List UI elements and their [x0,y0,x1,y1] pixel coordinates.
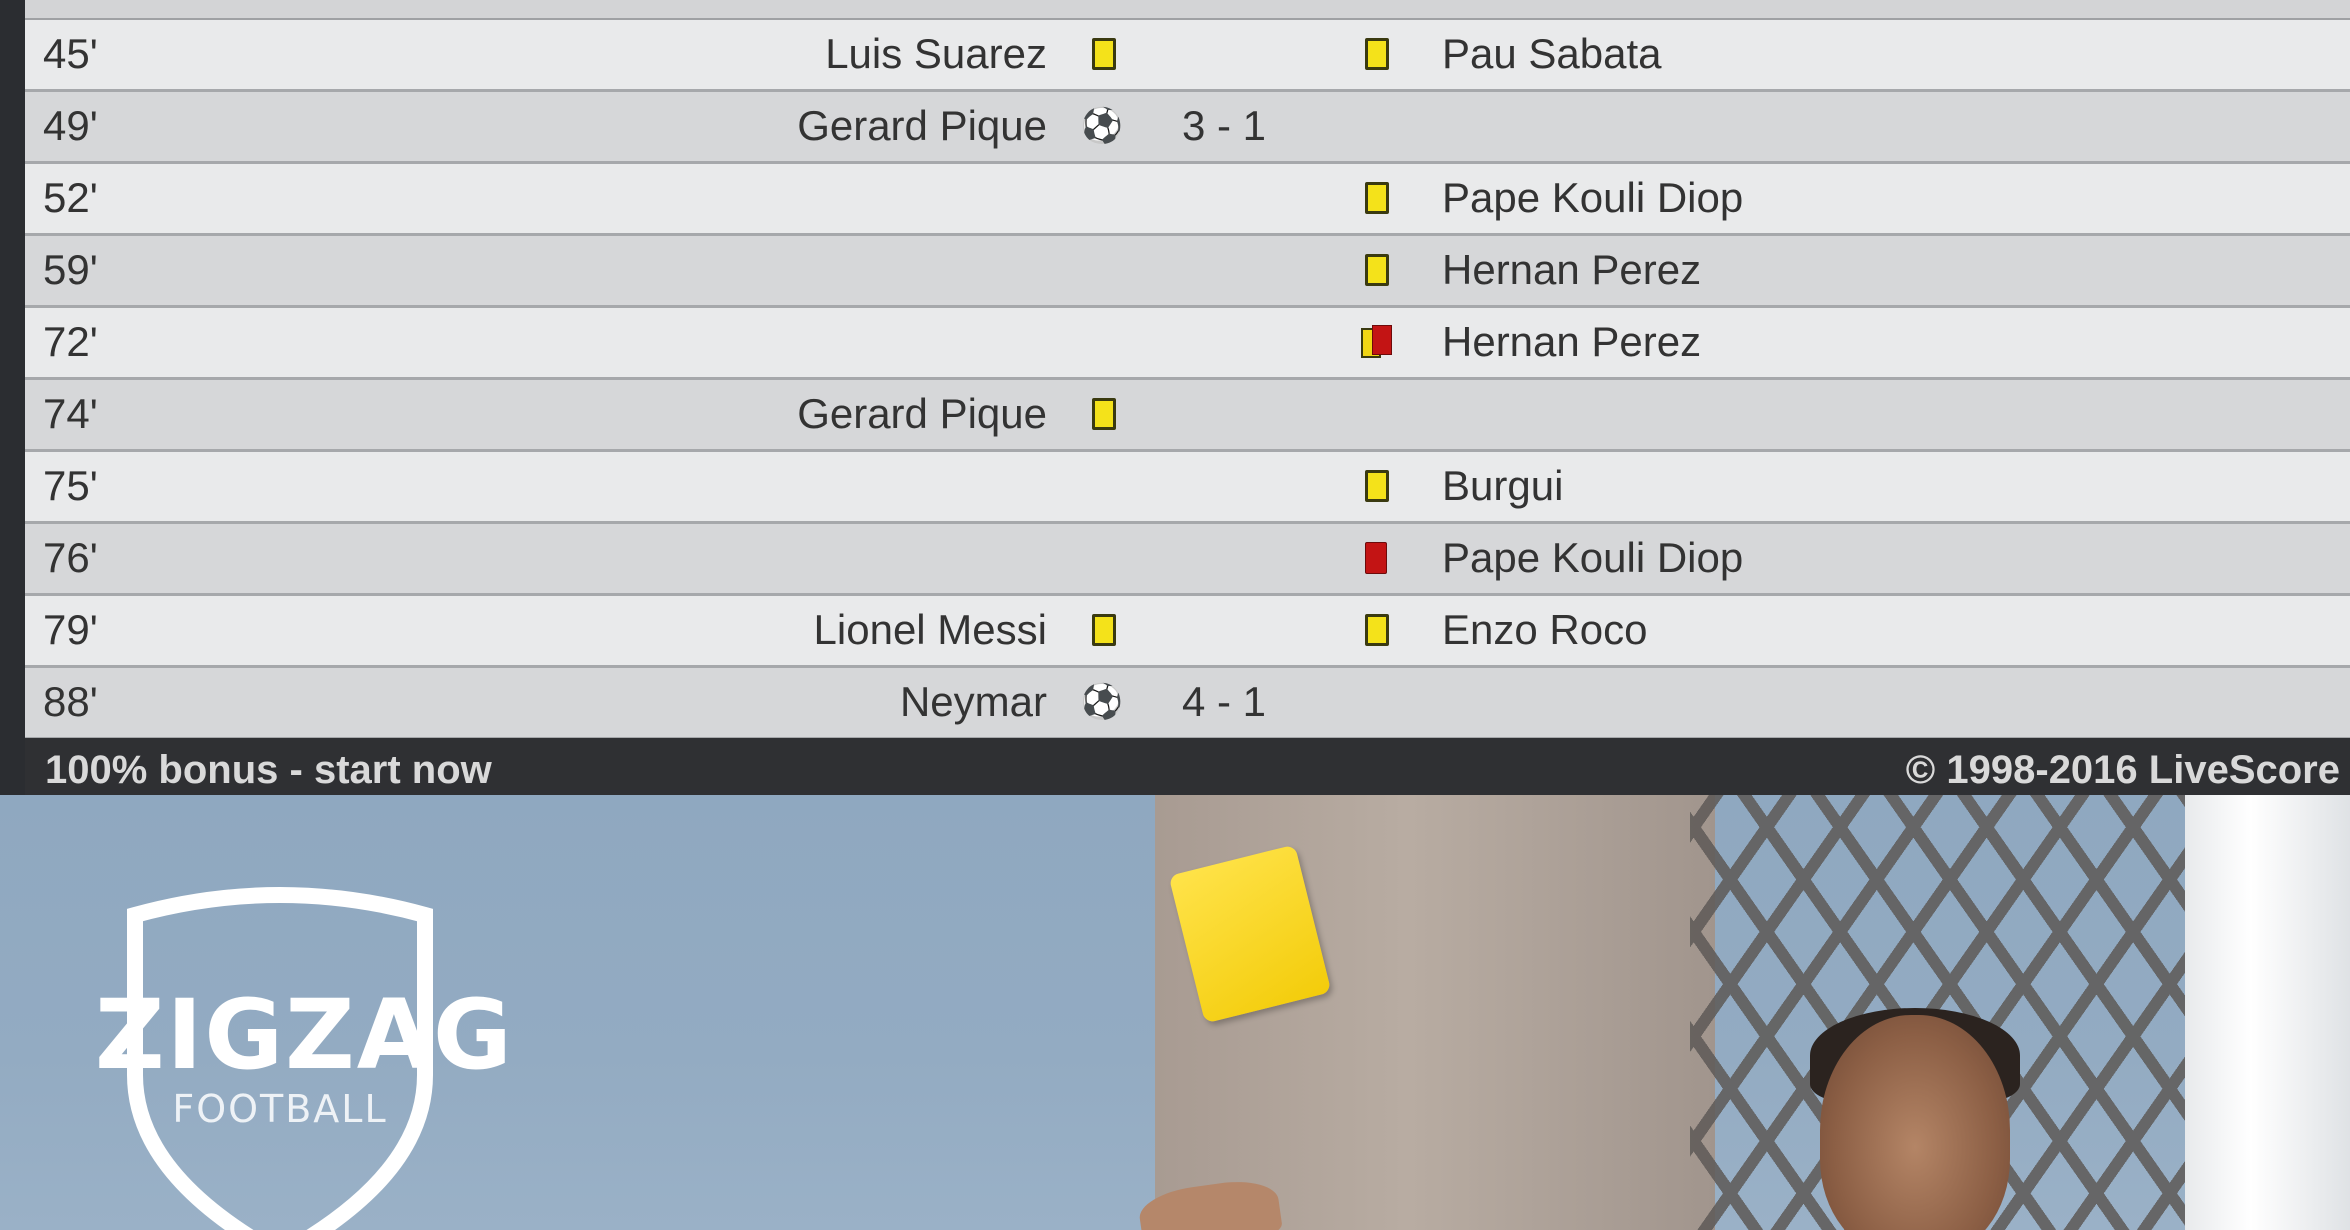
event-row: 72' Hernan Perez [25,308,2350,380]
soccer-ball-icon: ⚽ [1080,682,1124,722]
yellow-card-shape [1365,470,1389,502]
previous-row-edge [25,0,2350,20]
event-row: 52' Pape Kouli Diop [25,164,2350,236]
yellow-card-shape [1365,614,1389,646]
away-player-name[interactable]: Hernan Perez [1442,318,1701,366]
event-score: 3 - 1 [1182,102,1267,149]
event-minute: 75' [43,462,98,509]
event-score: 4 - 1 [1182,678,1267,725]
event-minute: 49' [43,102,98,149]
yellow-card-icon [1085,37,1119,71]
livescore-footer: 100% bonus - start now © 1998-2016 LiveS… [25,738,2350,795]
second-yellow-red-card-icon [1358,325,1392,359]
event-row: 59' Hernan Perez [25,236,2350,308]
yellow-card-shape [1092,38,1116,70]
event-minute: 88' [43,678,98,725]
home-player-name[interactable]: Luis Suarez [825,30,1047,78]
yellow-card-icon [1358,469,1392,503]
soccer-ball-icon: ⚽ [1080,106,1124,146]
zigzag-logo[interactable]: ZIGZAG FOOTBALL [95,875,514,1230]
yellow-card-icon [1085,613,1119,647]
home-player-name[interactable]: Lionel Messi [814,606,1047,654]
copyright-text: © 1998-2016 LiveScore [1905,748,2340,792]
red-card-shape [1365,542,1387,574]
red-card-shape [1372,325,1392,355]
yellow-card-shape [1365,254,1389,286]
event-row: 49' Gerard Pique 3 - 1 ⚽ [25,92,2350,164]
yellow-card-icon [1085,397,1119,431]
ball-glyph: ⚽ [1080,106,1124,146]
away-player-name[interactable]: Pape Kouli Diop [1442,174,1743,222]
bonus-promo-link[interactable]: 100% bonus - start now [45,748,492,793]
event-minute: 52' [43,174,98,221]
yellow-card-shape [1092,398,1116,430]
logo-brand: ZIGZAG [95,979,514,1091]
event-minute: 72' [43,318,98,365]
away-player-name[interactable]: Burgui [1442,462,1563,510]
home-player-name[interactable]: Gerard Pique [797,102,1047,150]
red-card-icon [1358,541,1392,575]
yellow-card-shape [1365,38,1389,70]
away-player-name[interactable]: Pape Kouli Diop [1442,534,1743,582]
yellow-card-shape [1092,614,1116,646]
yellow-card-icon [1358,253,1392,287]
yellow-card-icon [1358,37,1392,71]
event-minute: 59' [43,246,98,293]
event-minute: 74' [43,390,98,437]
event-row: 75' Burgui [25,452,2350,524]
away-player-name[interactable]: Pau Sabata [1442,30,1662,78]
ball-glyph: ⚽ [1080,682,1124,722]
event-row: 74' Gerard Pique [25,380,2350,452]
event-minute: 45' [43,30,98,77]
event-row: 45' Luis Suarez Pau Sabata [25,20,2350,92]
yellow-card-shape [1365,182,1389,214]
match-events-panel: 45' Luis Suarez Pau Sabata 49' Gerard Pique 3… [0,0,2350,795]
yellow-card-icon [1358,613,1392,647]
home-player-name[interactable]: Gerard Pique [797,390,1047,438]
away-player-name[interactable]: Hernan Perez [1442,246,1701,294]
zigzag-football-banner[interactable]: ZIGZAG FOOTBALL [0,795,2350,1230]
logo-subtitle: FOOTBALL [172,1087,388,1131]
home-player-name[interactable]: Neymar [900,678,1047,726]
event-row: 79' Lionel Messi Enzo Roco [25,596,2350,668]
event-minute: 76' [43,534,98,581]
away-player-name[interactable]: Enzo Roco [1442,606,1647,654]
event-row: 76' Pape Kouli Diop [25,524,2350,596]
event-minute: 79' [43,606,98,653]
event-row: 88' Neymar 4 - 1 ⚽ [25,668,2350,740]
goal-post [2185,795,2350,1230]
yellow-card-icon [1358,181,1392,215]
referee-face [1820,1015,2010,1230]
